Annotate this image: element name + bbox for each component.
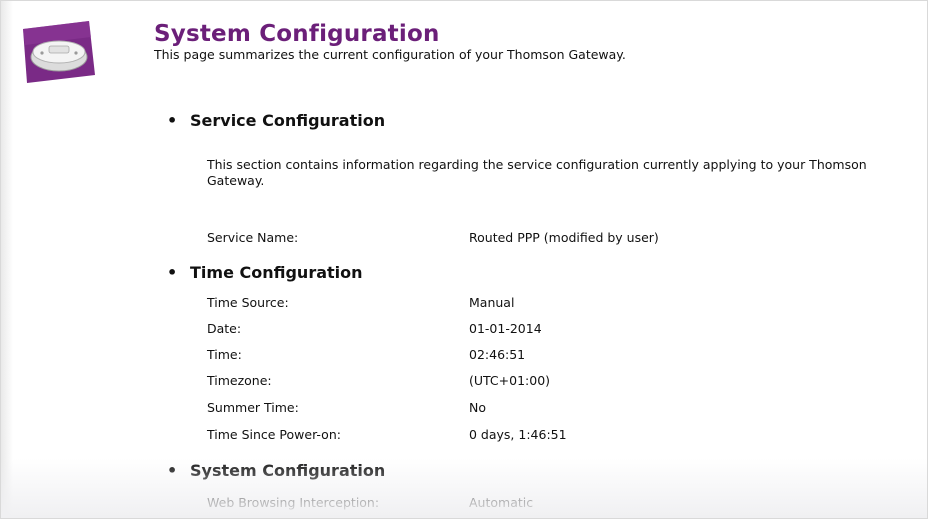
info-value: Automatic xyxy=(469,495,534,510)
bullet-icon: • xyxy=(167,461,178,480)
info-value: Routed PPP (modified by user) xyxy=(469,230,659,245)
info-label: Date: xyxy=(207,321,242,336)
info-value: 02:46:51 xyxy=(469,347,526,362)
section-title-time: Time Configuration xyxy=(190,263,363,282)
info-value: Manual xyxy=(469,295,515,310)
info-row-time: Time: 02:46:51 xyxy=(207,347,907,363)
page-header: System Configuration This page summarize… xyxy=(154,20,626,63)
page-description: This page summarizes the current configu… xyxy=(154,47,626,62)
section-title-service: Service Configuration xyxy=(190,111,386,130)
info-value: (UTC+01:00) xyxy=(469,373,551,388)
section-heading-system: • System Configuration xyxy=(167,461,385,481)
info-value: 01-01-2014 xyxy=(469,321,542,336)
info-label: Time Source: xyxy=(207,295,289,310)
info-label: Summer Time: xyxy=(207,400,299,415)
info-label: Timezone: xyxy=(207,373,272,388)
section-description-service: This section contains information regard… xyxy=(207,157,867,188)
info-label: Web Browsing Interception: xyxy=(207,495,380,510)
info-label: Service Name: xyxy=(207,230,299,245)
info-row-time-source: Time Source: Manual xyxy=(207,295,907,311)
section-title-system: System Configuration xyxy=(190,461,386,480)
router-icon xyxy=(23,21,95,83)
info-value: 0 days, 1:46:51 xyxy=(469,427,567,442)
info-label: Time Since Power-on: xyxy=(207,427,341,442)
info-value: No xyxy=(469,400,486,415)
page-title: System Configuration xyxy=(154,21,440,47)
bullet-icon: • xyxy=(167,111,178,130)
section-heading-time: • Time Configuration xyxy=(167,263,363,283)
info-row-timezone: Timezone: (UTC+01:00) xyxy=(207,373,907,389)
content-frame: System Configuration This page summarize… xyxy=(0,0,928,519)
info-row-web-browsing-interception: Web Browsing Interception: Automatic xyxy=(207,495,907,511)
left-shadow xyxy=(1,1,13,518)
info-row-service-name: Service Name: Routed PPP (modified by use… xyxy=(207,230,907,246)
section-heading-service: • Service Configuration xyxy=(167,111,385,131)
info-row-summer-time: Summer Time: No xyxy=(207,400,907,416)
info-row-uptime: Time Since Power-on: 0 days, 1:46:51 xyxy=(207,427,907,443)
info-label: Time: xyxy=(207,347,242,362)
info-row-date: Date: 01-01-2014 xyxy=(207,321,907,337)
bullet-icon: • xyxy=(167,263,178,282)
